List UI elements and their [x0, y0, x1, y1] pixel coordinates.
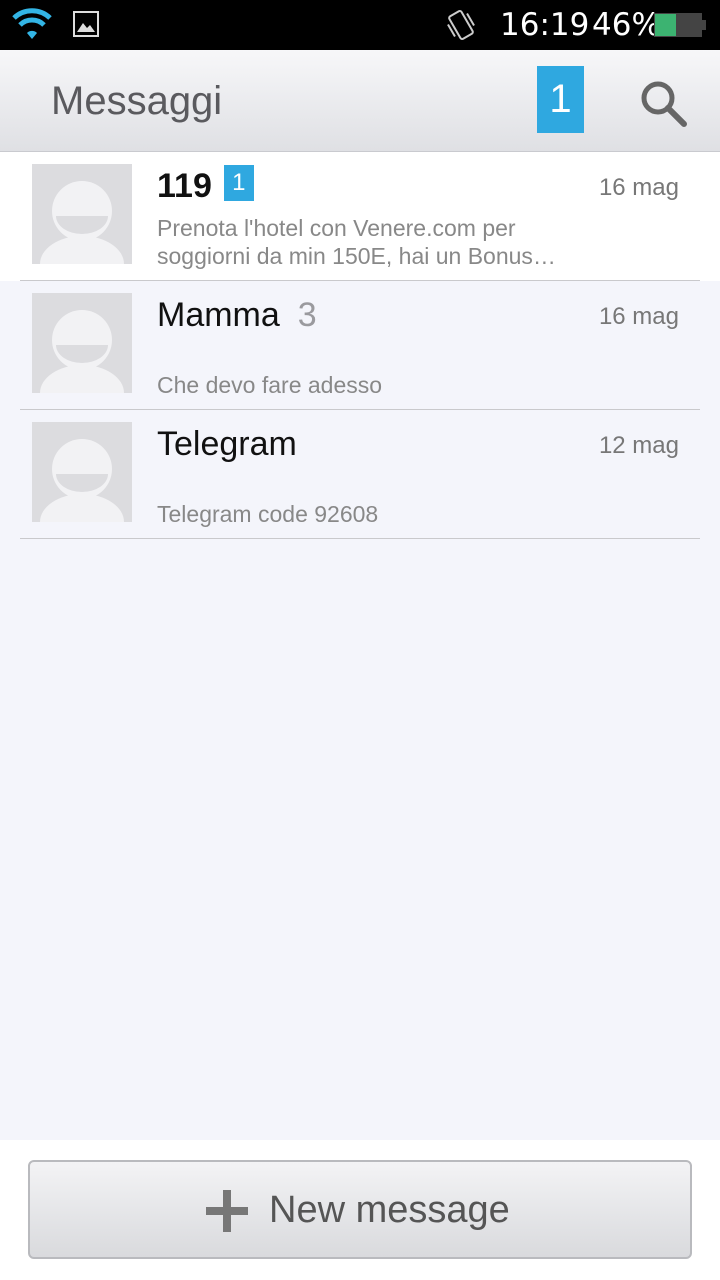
divider	[20, 538, 700, 539]
contact-avatar-icon	[32, 164, 132, 264]
search-icon[interactable]	[638, 78, 688, 128]
status-clock: 16:19	[500, 7, 590, 43]
contact-name: Telegram	[157, 425, 297, 463]
unread-count-button[interactable]: 1	[537, 66, 584, 133]
contact-name: 119 1	[157, 164, 254, 208]
message-snippet: Prenota l'hotel con Venere.com per soggi…	[157, 215, 556, 269]
contact-avatar-icon	[32, 293, 132, 393]
battery-percent: 46%	[592, 7, 661, 43]
new-message-button[interactable]: New message	[28, 1160, 692, 1259]
wifi-icon	[12, 8, 52, 39]
status-bar: 16:19 46%	[0, 0, 720, 50]
page-title: Messaggi	[51, 79, 223, 123]
conversation-row[interactable]: Telegram 12 mag Telegram code 92608	[0, 410, 720, 539]
message-date: 16 mag	[598, 303, 679, 330]
contact-name: Mamma 3	[157, 293, 317, 337]
new-message-label: New message	[269, 1189, 510, 1231]
message-snippet: Telegram code 92608	[157, 501, 379, 527]
message-snippet: Che devo fare adesso	[157, 372, 383, 398]
vibrate-icon	[447, 9, 475, 41]
contact-avatar-icon	[32, 422, 132, 522]
message-count: 3	[297, 296, 317, 334]
bottom-bar: New message	[0, 1140, 720, 1280]
message-date: 12 mag	[598, 432, 679, 459]
gallery-icon	[73, 11, 99, 37]
message-date: 16 mag	[598, 174, 679, 201]
plus-icon	[206, 1190, 248, 1232]
battery-icon	[654, 13, 706, 37]
conversation-row[interactable]: 119 1 16 mag Prenota l'hotel con Venere.c…	[0, 152, 720, 281]
action-bar: Messaggi 1	[0, 50, 720, 152]
conversation-row[interactable]: Mamma 3 16 mag Che devo fare adesso	[0, 281, 720, 410]
conversation-list: 119 1 16 mag Prenota l'hotel con Venere.c…	[0, 152, 720, 539]
unread-badge: 1	[223, 165, 254, 201]
